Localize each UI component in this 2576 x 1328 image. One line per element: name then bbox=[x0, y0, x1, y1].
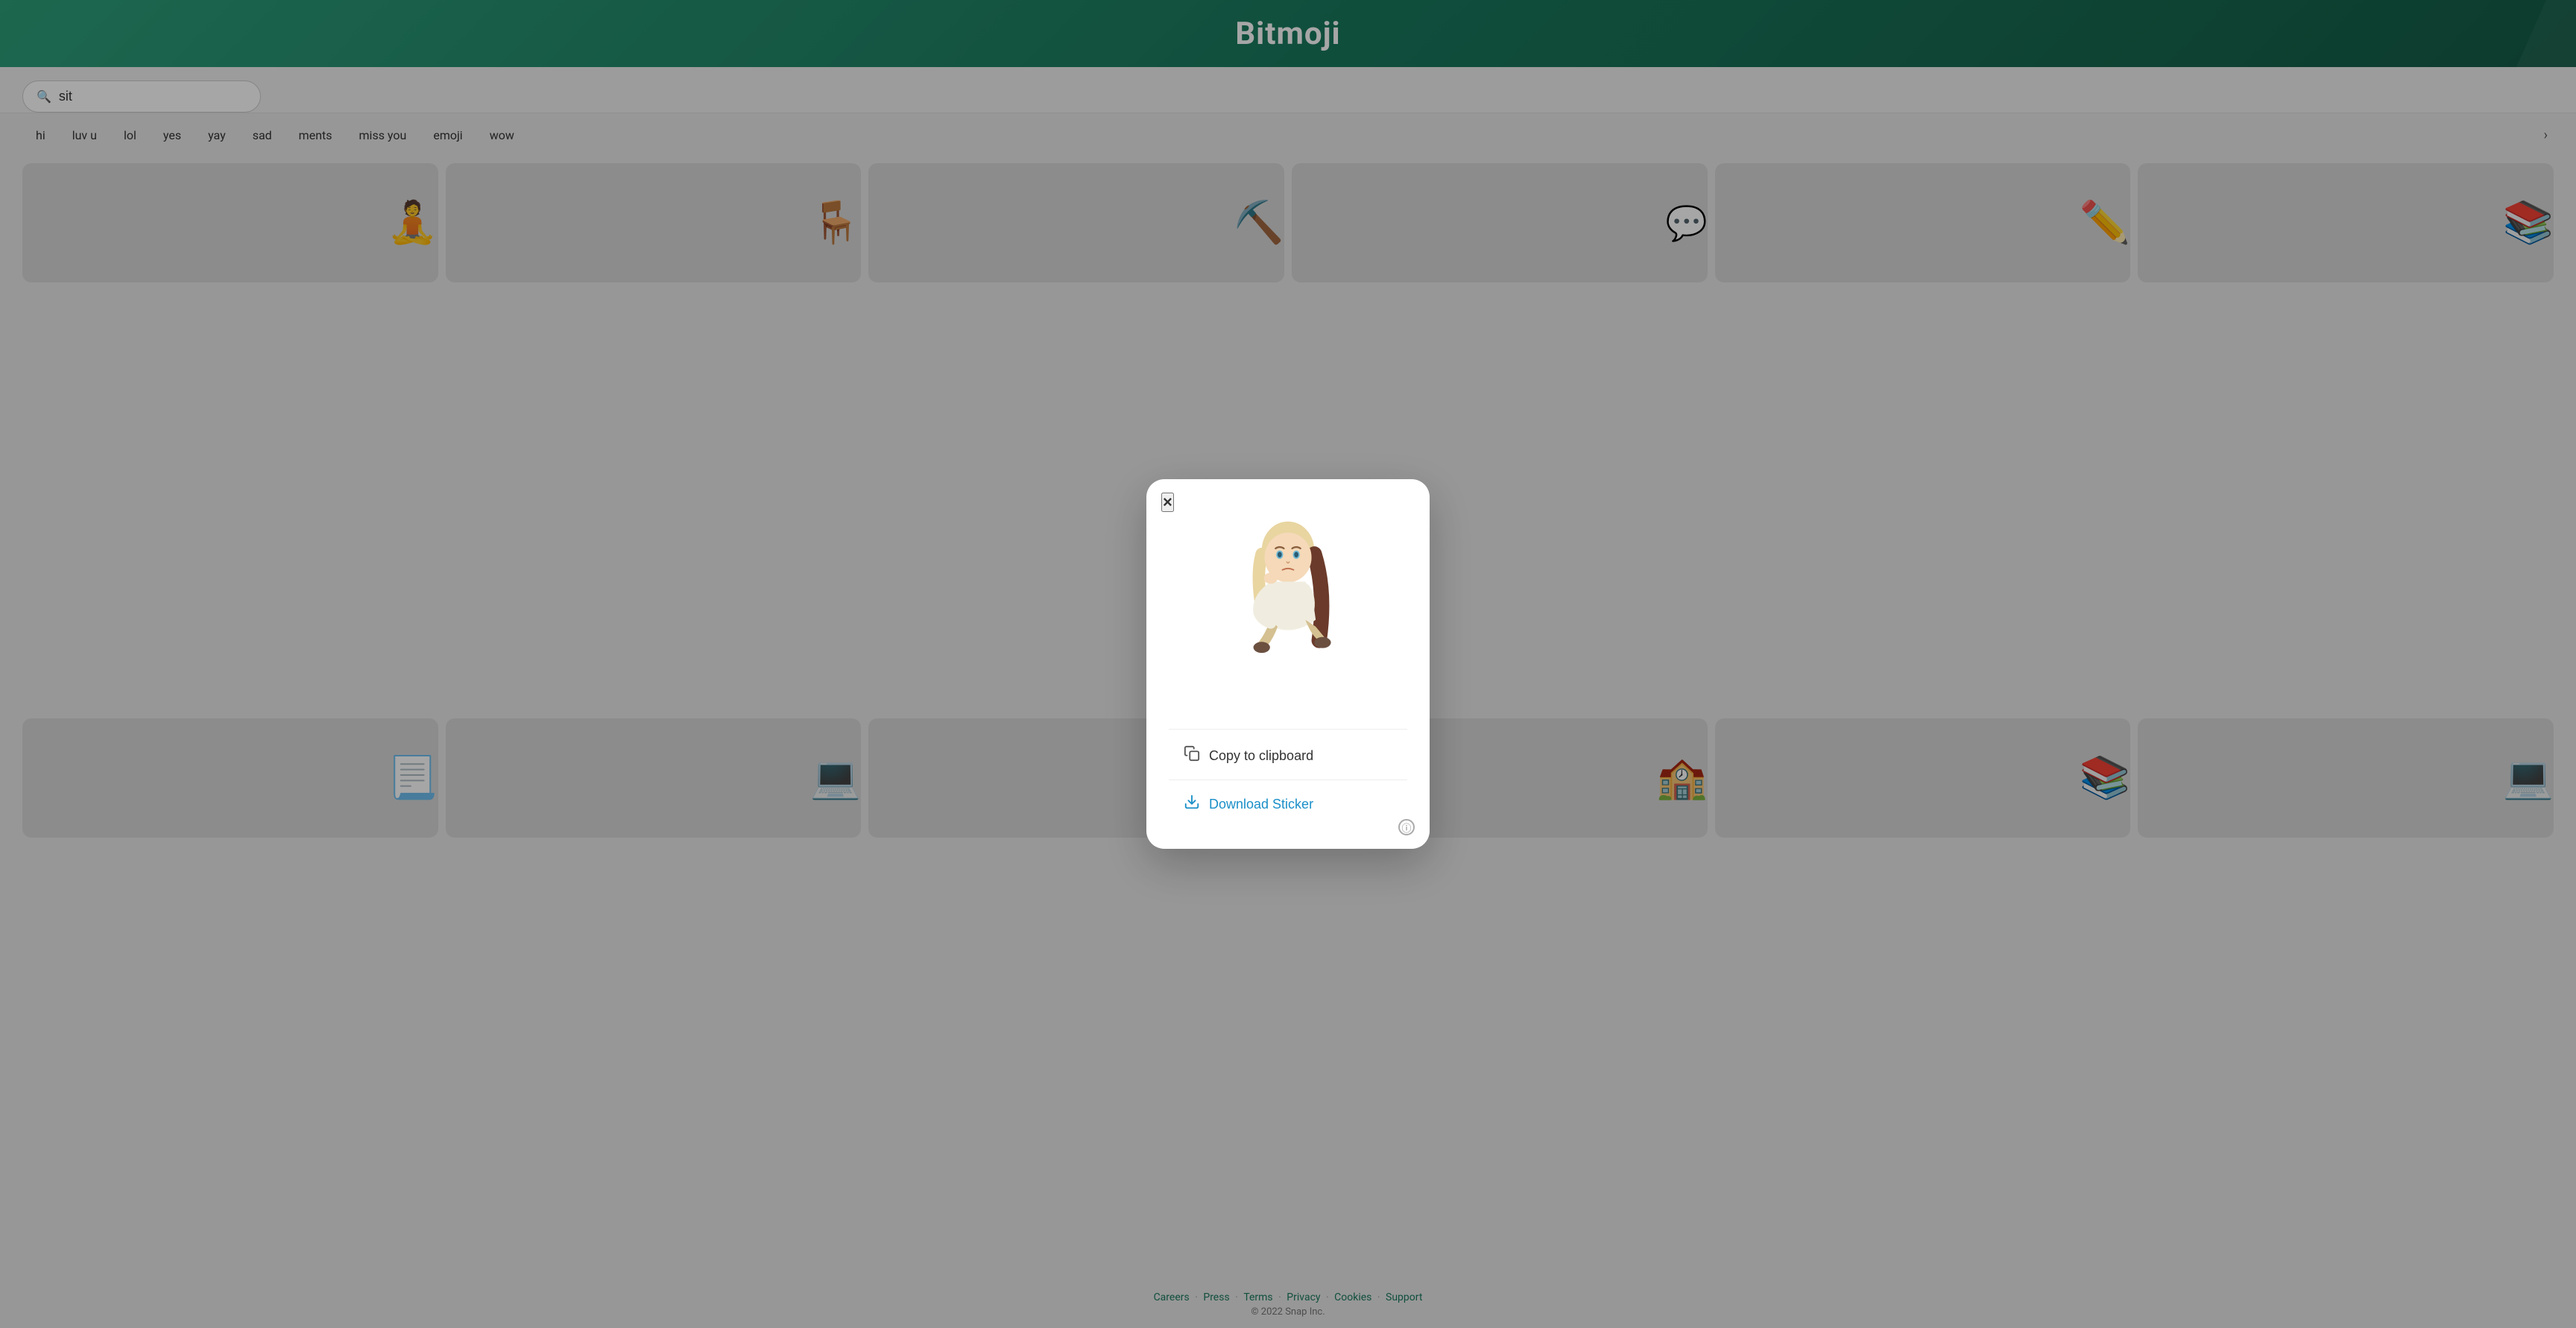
bitmoji-character-svg bbox=[1213, 509, 1363, 703]
modal-divider-1 bbox=[1169, 729, 1407, 730]
copy-icon bbox=[1184, 745, 1200, 766]
info-icon-container: ⓘ bbox=[1398, 819, 1415, 835]
download-icon bbox=[1184, 794, 1200, 815]
info-icon[interactable]: ⓘ bbox=[1398, 819, 1415, 835]
download-button-label: Download Sticker bbox=[1209, 797, 1313, 812]
modal-overlay[interactable]: × bbox=[0, 0, 2576, 1328]
copy-button-label: Copy to clipboard bbox=[1209, 748, 1313, 764]
copy-to-clipboard-button[interactable]: Copy to clipboard bbox=[1169, 733, 1407, 778]
download-sticker-button[interactable]: Download Sticker bbox=[1169, 782, 1407, 826]
modal-sticker-preview bbox=[1169, 502, 1407, 710]
sticker-modal: × bbox=[1146, 479, 1430, 849]
modal-close-button[interactable]: × bbox=[1161, 493, 1174, 512]
